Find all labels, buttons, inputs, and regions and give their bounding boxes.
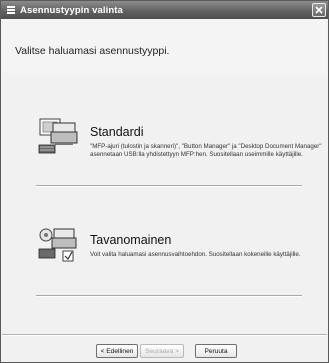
option-standard[interactable]: Standardi "MFP-ajuri (tulostin ja skanne… <box>2 109 327 179</box>
close-button[interactable] <box>312 3 326 17</box>
page-heading: Valitse haluamasi asennustyyppi. <box>15 45 170 57</box>
header-area: Valitse haluamasi asennustyyppi. <box>2 19 327 73</box>
option-standard-title: Standardi <box>90 125 144 139</box>
next-button[interactable]: Seuraava > <box>140 344 184 358</box>
option-custom[interactable]: Tavanomainen Voit valita haluamasi asenn… <box>2 219 327 279</box>
option-custom-description: Voit valita haluamasi asennusvaihtoehdon… <box>90 251 301 258</box>
close-icon <box>315 6 323 14</box>
title-bar[interactable]: Asennustyypin valinta <box>1 1 328 19</box>
custom-install-icon <box>37 225 81 265</box>
standard-install-icon <box>37 117 81 157</box>
footer: < Edellinen Seuraava > Peruuta <box>2 336 327 362</box>
separator <box>36 295 302 297</box>
option-standard-description: "MFP-ajuri (tulostin ja skanneri)", "But… <box>90 143 322 158</box>
content-area: Standardi "MFP-ajuri (tulostin ja skanne… <box>2 73 327 335</box>
back-button[interactable]: < Edellinen <box>96 344 138 358</box>
installer-window: Asennustyypin valinta Valitse haluamasi … <box>0 0 329 363</box>
separator <box>36 185 302 187</box>
cancel-button[interactable]: Peruuta <box>195 344 237 358</box>
option-custom-title: Tavanomainen <box>90 233 172 247</box>
window-title: Asennustyypin valinta <box>20 4 123 16</box>
app-icon <box>5 4 17 16</box>
